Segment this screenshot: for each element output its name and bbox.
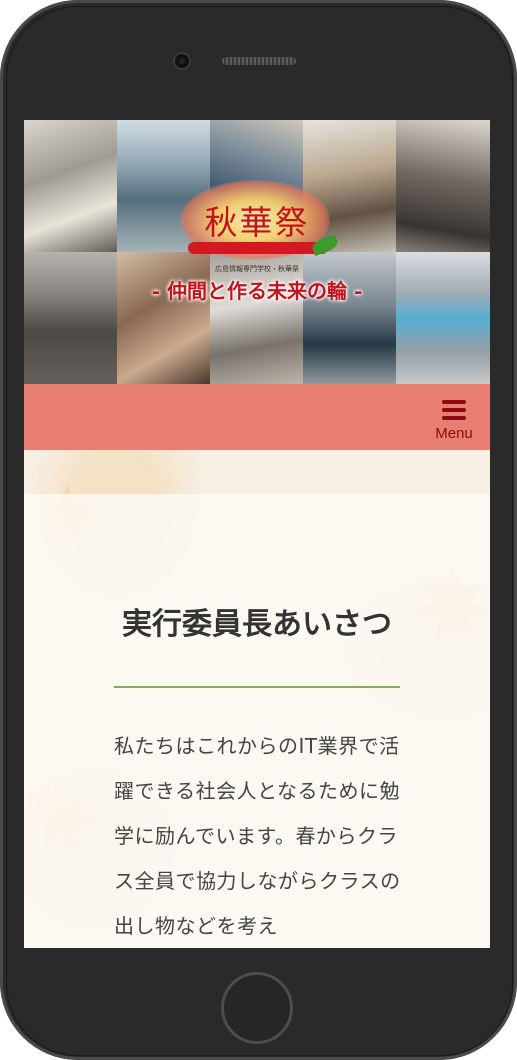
- hero-banner: 秋華祭 広島情報専門学校・秋華祭 - 仲間と作る未来の輪 -: [24, 120, 490, 384]
- earpiece-speaker: [222, 57, 296, 65]
- menu-button[interactable]: Menu: [432, 398, 476, 444]
- navigation-bar: Menu: [24, 384, 490, 450]
- page-title: 実行委員長あいさつ: [122, 607, 392, 643]
- phone-frame: 秋華祭 広島情報専門学校・秋華祭 - 仲間と作る未来の輪 - Menu 実行委員…: [0, 0, 517, 1060]
- greeting-text: 私たちはこれからのIT業界で活躍できる社会人となるために勉学に励んでいます。春か…: [114, 734, 401, 938]
- menu-label: Menu: [435, 425, 473, 442]
- phone-screen: 秋華祭 広島情報専門学校・秋華祭 - 仲間と作る未来の輪 - Menu 実行委員…: [24, 120, 490, 948]
- front-camera-icon: [175, 54, 189, 68]
- title-divider: [114, 686, 400, 688]
- hamburger-menu-icon: [442, 400, 466, 420]
- content-area: 実行委員長あいさつ 私たちはこれからのIT業界で活躍できる社会人となるために勉学…: [24, 450, 490, 948]
- festival-slogan: - 仲間と作る未来の輪 -: [151, 279, 363, 303]
- school-name: 広島情報専門学校・秋華祭: [215, 265, 299, 273]
- logo-title: 秋華祭: [204, 203, 310, 242]
- home-button[interactable]: [221, 972, 293, 1044]
